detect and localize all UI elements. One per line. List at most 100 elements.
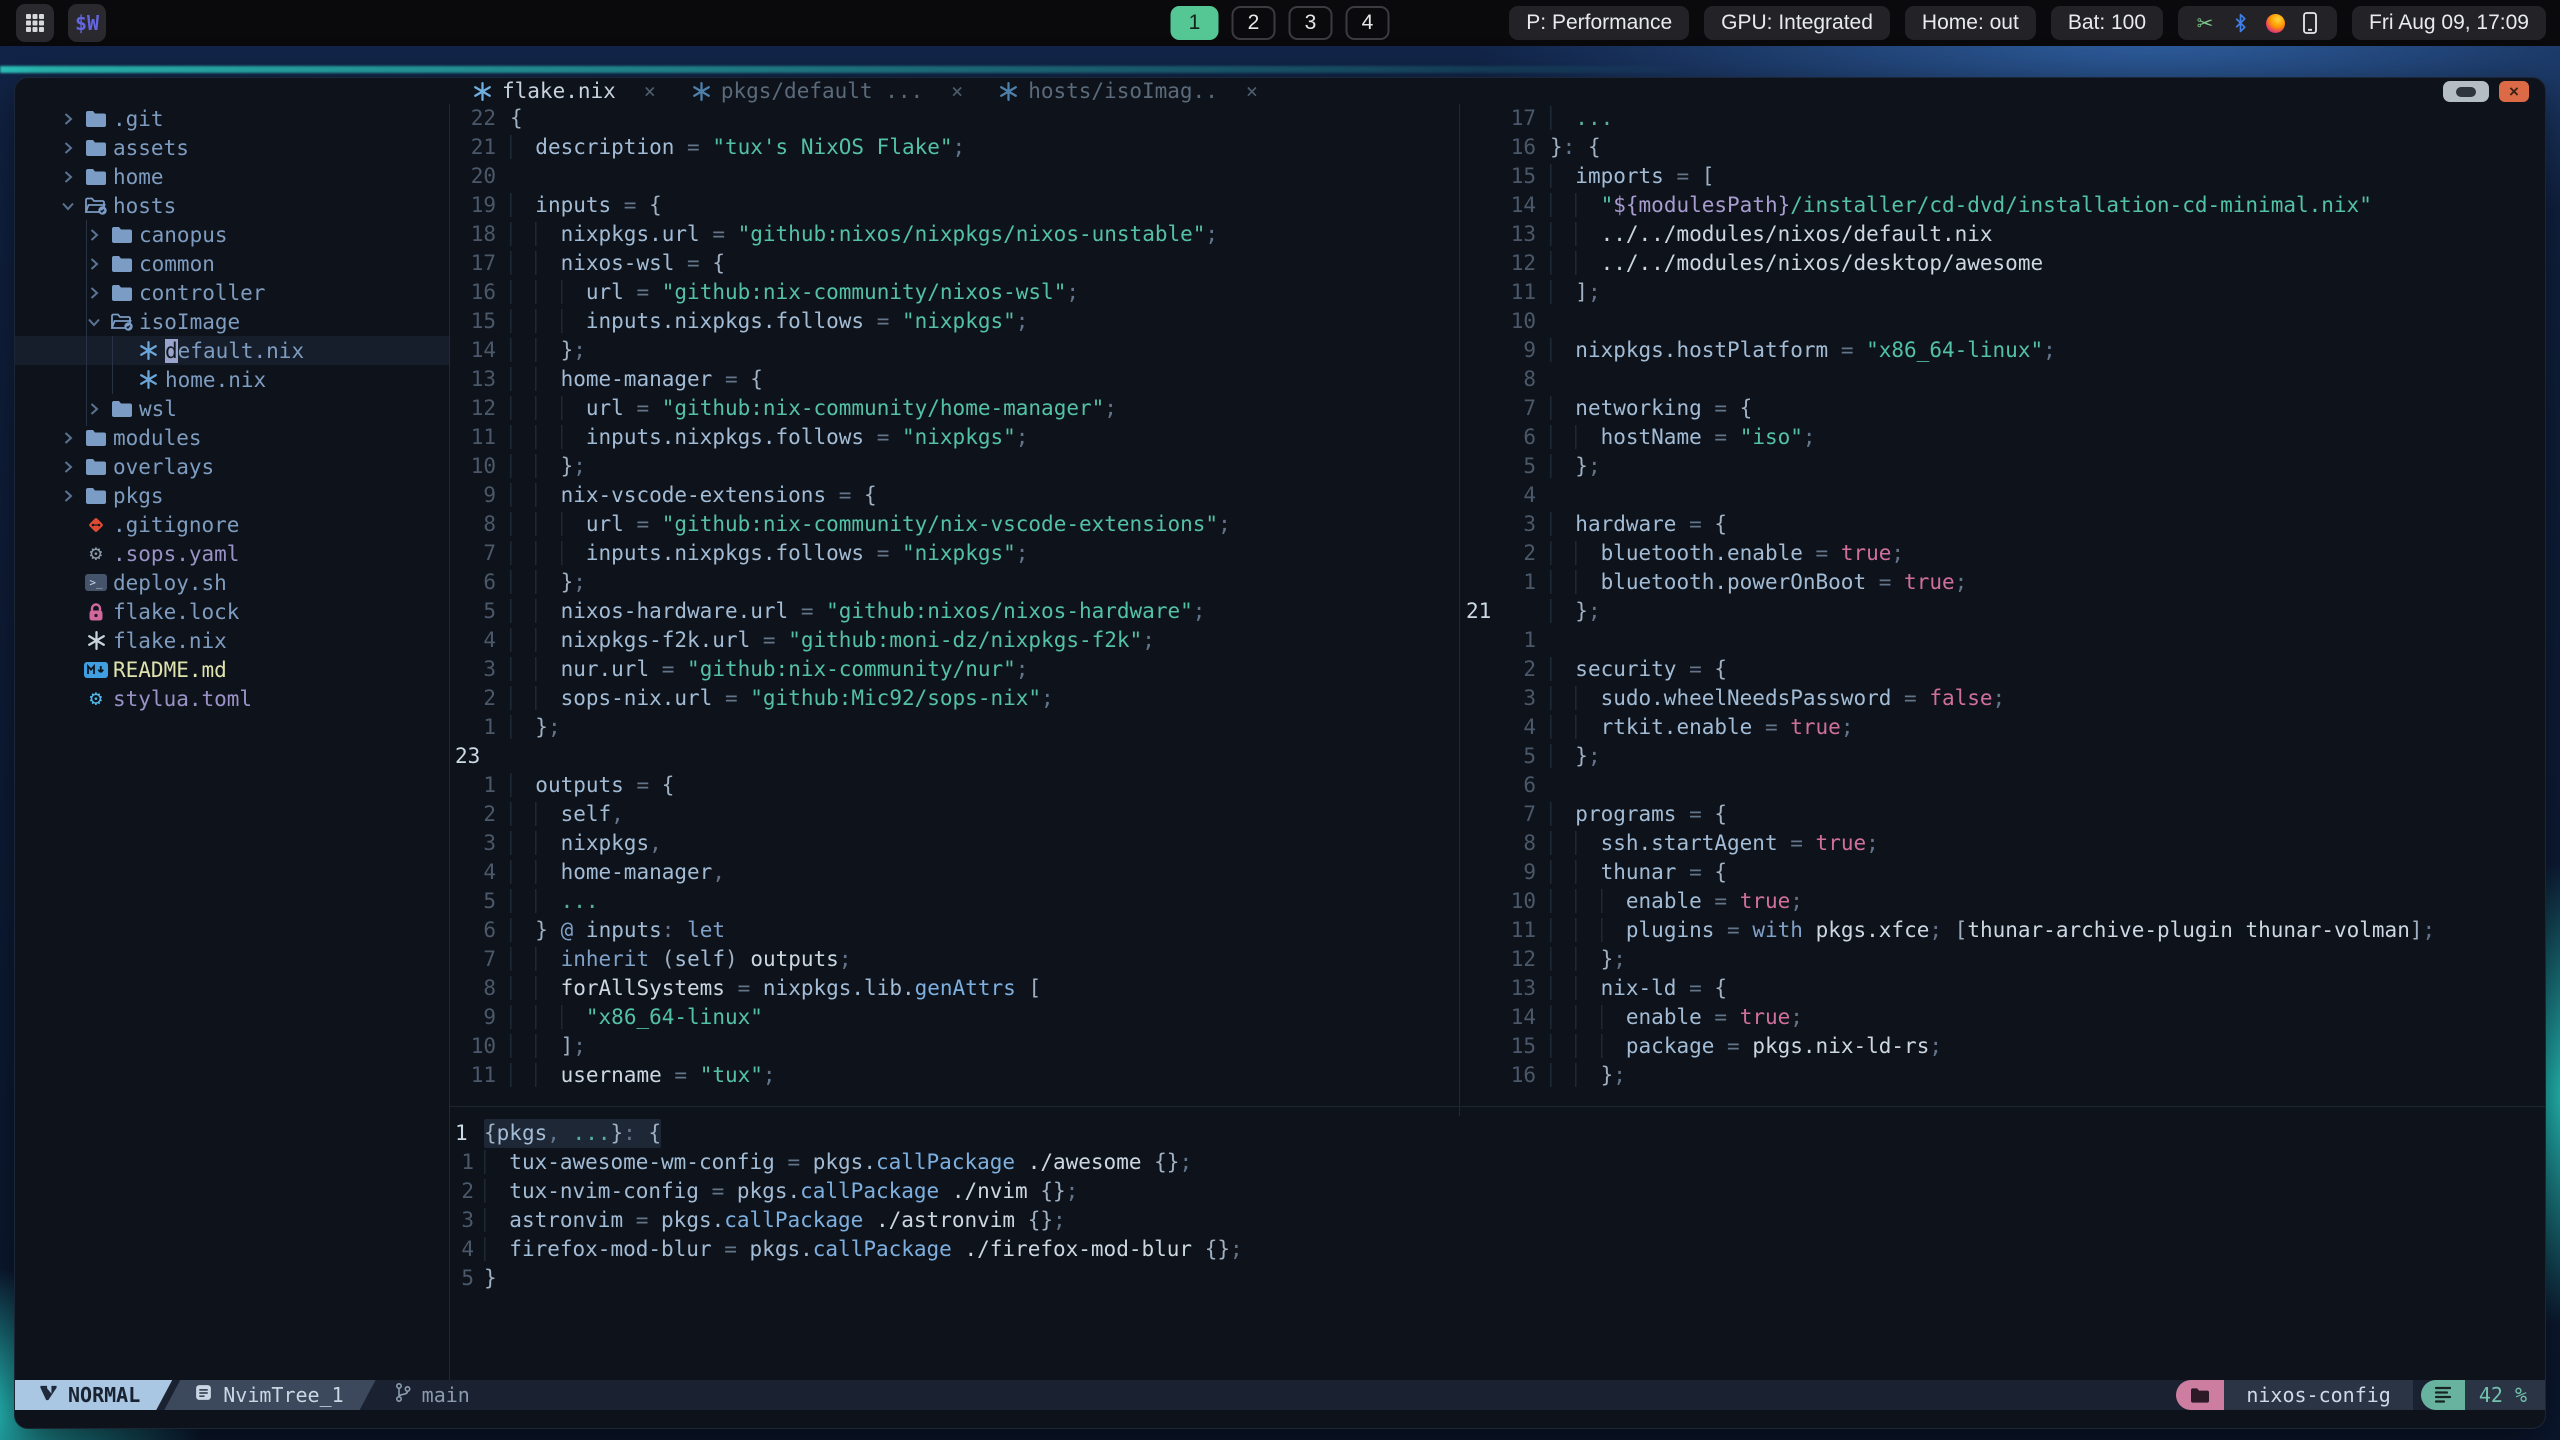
code-line[interactable]: 4 [1460,481,2545,510]
tree-item-flake-lock[interactable]: flake.lock [15,597,449,626]
code-line[interactable]: 4 rtkit.enable = true; [1460,713,2545,742]
app-launcher-button[interactable] [16,4,54,42]
code-line[interactable]: 7 inputs.nixpkgs.follows = "nixpkgs"; [449,539,1455,568]
code-line[interactable]: 14 }; [449,336,1455,365]
bluetooth-icon[interactable] [2230,11,2250,35]
code-line[interactable]: 6 }; [449,568,1455,597]
code-line[interactable]: 1 bluetooth.powerOnBoot = true; [1460,568,2545,597]
chevron-down-icon[interactable] [55,200,81,212]
code-line[interactable]: 11 plugins = with pkgs.xfce; [thunar-arc… [1460,916,2545,945]
code-line[interactable]: 11 ]; [1460,278,2545,307]
code-line[interactable]: 3 nixpkgs, [449,829,1455,858]
tree-item-README-md[interactable]: README.md [15,655,449,684]
window-close-button[interactable]: × [2499,81,2529,102]
code-line[interactable]: 3 astronvim = pkgs.callPackage ./astronv… [449,1206,2545,1235]
code-line[interactable]: 5 }; [1460,452,2545,481]
code-line[interactable]: 8 ssh.startAgent = true; [1460,829,2545,858]
code-line[interactable]: 9 nix-vscode-extensions = { [449,481,1455,510]
code-line[interactable]: 2 bluetooth.enable = true; [1460,539,2545,568]
chevron-right-icon[interactable] [81,285,107,301]
code-line[interactable]: 3 nur.url = "github:nix-community/nur"; [449,655,1455,684]
workspace-button-3[interactable]: 3 [1288,6,1333,40]
tree-item-pkgs[interactable]: pkgs [15,481,449,510]
tree-item-canopus[interactable]: canopus [15,220,449,249]
code-line[interactable]: 21 description = "tux's NixOS Flake"; [449,133,1455,162]
chevron-right-icon[interactable] [81,401,107,417]
chevron-right-icon[interactable] [55,111,81,127]
tab-pkgs-default-[interactable]: pkgs/default ... × [692,79,963,103]
code-line[interactable]: 11 inputs.nixpkgs.follows = "nixpkgs"; [449,423,1455,452]
code-line[interactable]: 12 }; [1460,945,2545,974]
tree-item--sops-yaml[interactable]: ⚙ .sops.yaml [15,539,449,568]
tree-item-common[interactable]: common [15,249,449,278]
code-line[interactable]: 12 url = "github:nix-community/home-mana… [449,394,1455,423]
code-line[interactable]: 12 ../../modules/nixos/desktop/awesome [1460,249,2545,278]
code-line[interactable]: 8 [1460,365,2545,394]
tab-hosts-isoImag-[interactable]: hosts/isoImag.. × [999,79,1258,103]
code-line[interactable]: 1 [1460,626,2545,655]
code-line[interactable]: 15 package = pkgs.nix-ld-rs; [1460,1032,2545,1061]
tree-item--gitignore[interactable]: .gitignore [15,510,449,539]
code-line[interactable]: 9 "x86_64-linux" [449,1003,1455,1032]
code-line[interactable]: 10 enable = true; [1460,887,2545,916]
tree-item-default-nix[interactable]: default.nix [15,336,449,365]
code-line[interactable]: 18 nixpkgs.url = "github:nixos/nixpkgs/n… [449,220,1455,249]
workspace-button-4[interactable]: 4 [1345,6,1390,40]
code-line[interactable]: 2 security = { [1460,655,2545,684]
code-line[interactable]: 5 nixos-hardware.url = "github:nixos/nix… [449,597,1455,626]
tree-item-flake-nix[interactable]: flake.nix [15,626,449,655]
tree-item-wsl[interactable]: wsl [15,394,449,423]
code-line[interactable]: 6 } @ inputs: let [449,916,1455,945]
code-line[interactable]: 7 networking = { [1460,394,2545,423]
code-line[interactable]: 13 home-manager = { [449,365,1455,394]
tree-item-hosts[interactable]: hosts [15,191,449,220]
tree-item-assets[interactable]: assets [15,133,449,162]
code-line[interactable]: 6 hostName = "iso"; [1460,423,2545,452]
code-line[interactable]: 10 [1460,307,2545,336]
code-line[interactable]: 1 tux-awesome-wm-config = pkgs.callPacka… [449,1148,2545,1177]
code-line[interactable]: 4 firefox-mod-blur = pkgs.callPackage ./… [449,1235,2545,1264]
code-line[interactable]: 14 enable = true; [1460,1003,2545,1032]
code-line[interactable]: 5 ... [449,887,1455,916]
code-line[interactable]: 9 nixpkgs.hostPlatform = "x86_64-linux"; [1460,336,2545,365]
tree-item-isoImage[interactable]: isoImage [15,307,449,336]
tree-item-controller[interactable]: controller [15,278,449,307]
code-line[interactable]: 11 username = "tux"; [449,1061,1455,1090]
code-line[interactable]: 16}: { [1460,133,2545,162]
code-line[interactable]: 19 inputs = { [449,191,1455,220]
code-line[interactable]: 2 sops-nix.url = "github:Mic92/sops-nix"… [449,684,1455,713]
chevron-right-icon[interactable] [81,227,107,243]
tree-item-home-nix[interactable]: home.nix [15,365,449,394]
code-line[interactable]: 16 }; [1460,1061,2545,1090]
chevron-right-icon[interactable] [81,256,107,272]
code-line[interactable]: 2 self, [449,800,1455,829]
tab-flake-nix[interactable]: flake.nix × [473,79,656,103]
workspace-button-2[interactable]: 2 [1231,6,1276,40]
workspace-button-1[interactable]: 1 [1170,6,1219,40]
code-line[interactable]: 5} [449,1264,2545,1293]
tree-item--git[interactable]: .git [15,104,449,133]
code-line[interactable]: 8 url = "github:nix-community/nix-vscode… [449,510,1455,539]
horizontal-split-separator[interactable] [450,1106,2545,1107]
code-line[interactable]: 10 }; [449,452,1455,481]
code-line[interactable]: 23 [449,742,1455,771]
phone-icon[interactable] [2300,11,2320,35]
close-tab-icon[interactable]: × [1246,79,1258,103]
code-line[interactable]: 22 { [449,104,1455,133]
close-tab-icon[interactable]: × [644,79,656,103]
screenshot-tool-icon[interactable]: ✂ [2195,11,2215,35]
code-line[interactable]: 7 programs = { [1460,800,2545,829]
chevron-down-icon[interactable] [81,316,107,328]
logo-button[interactable]: $W [68,4,106,42]
code-line[interactable]: 13 nix-ld = { [1460,974,2545,1003]
tree-item-stylua-toml[interactable]: ⚙ stylua.toml [15,684,449,713]
code-line[interactable]: 7 inherit (self) outputs; [449,945,1455,974]
close-tab-icon[interactable]: × [951,79,963,103]
code-line[interactable]: 9 thunar = { [1460,858,2545,887]
code-line[interactable]: 4 home-manager, [449,858,1455,887]
code-line[interactable]: 21 }; [1460,597,2545,626]
chevron-right-icon[interactable] [55,169,81,185]
code-line[interactable]: 1 outputs = { [449,771,1455,800]
firefox-icon[interactable] [2265,11,2285,35]
chevron-right-icon[interactable] [55,140,81,156]
